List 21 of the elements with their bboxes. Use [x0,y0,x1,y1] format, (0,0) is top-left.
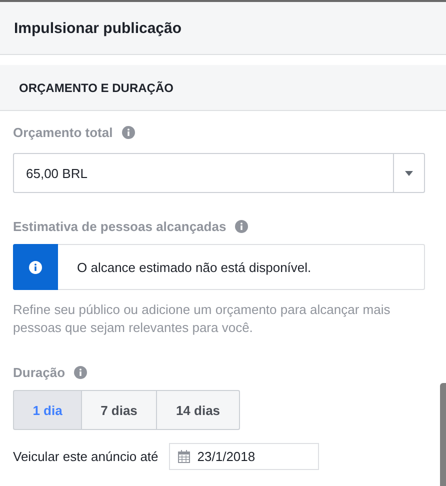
caret-icon [405,170,413,176]
field-label: Estimativa de pessoas alcançadas [13,218,226,234]
budget-select[interactable]: 65,00 BRL [13,153,425,193]
calendar-icon [178,450,190,463]
info-icon [29,260,42,274]
dialog-title: Impulsionar publicação [14,20,182,36]
scrollbar-thumb[interactable] [440,383,446,486]
select-value: 65,00 BRL [25,166,88,180]
field-label: Orçamento total [13,124,113,140]
duration-option[interactable]: 14 dias [156,390,240,430]
section-title: ORÇAMENTO E DURAÇÃO [19,80,174,94]
date-value: 23/1/2018 [197,449,256,464]
duration-option[interactable]: 7 dias [81,390,157,430]
info-icon[interactable] [74,366,88,378]
field-label: Duração [13,364,66,380]
hint-text: Refine seu público ou adicione um orçamento para alcançar mais pessoas que sejam relevantes para você. [13,301,392,337]
info-icon[interactable] [122,126,135,138]
date-field[interactable]: 23/1/2018 [169,443,320,470]
field-label: Veicular este anúncio até [13,449,158,464]
info-icon[interactable] [235,220,248,232]
notice-text: O alcance estimado não está disponível. [77,260,312,274]
